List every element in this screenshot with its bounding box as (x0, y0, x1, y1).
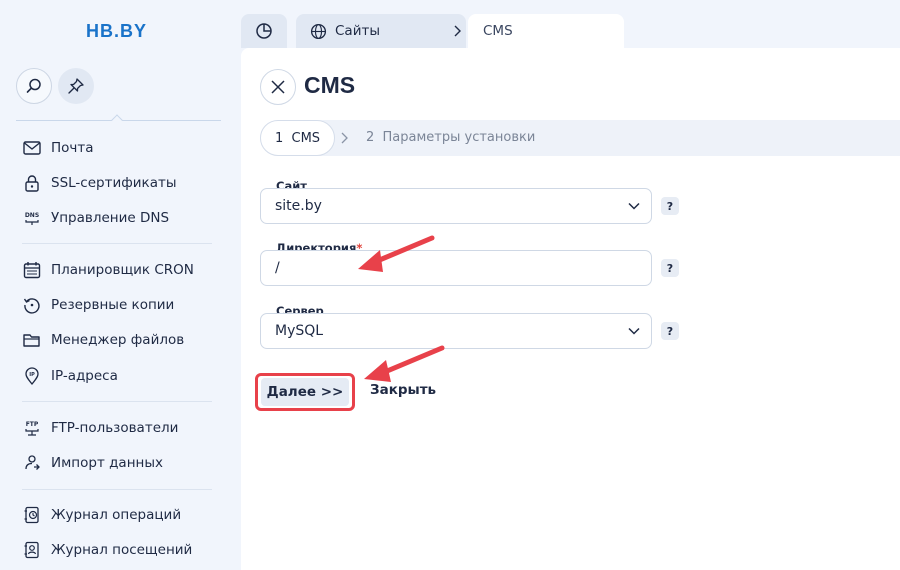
server-help-button[interactable]: ? (661, 322, 679, 340)
sidebar-item-visits-log[interactable]: Журнал посещений (22, 538, 192, 562)
sidebar: HB.BY Почта SSL-сертификаты DNS Управлен… (0, 0, 240, 570)
pin-icon (68, 78, 84, 94)
tab-cms[interactable]: CMS (468, 14, 624, 48)
close-panel-button[interactable] (260, 69, 296, 105)
chevron-down-icon (628, 202, 640, 210)
menu-divider (22, 489, 212, 490)
import-icon (22, 453, 42, 473)
sidebar-item-ssl[interactable]: SSL-сертификаты (22, 171, 177, 195)
backup-icon (22, 295, 42, 315)
sidebar-item-label: Журнал операций (51, 507, 182, 523)
mail-icon (22, 138, 42, 158)
sidebar-item-ip[interactable]: IP IP-адреса (22, 364, 118, 388)
sidebar-item-label: Журнал посещений (51, 542, 193, 558)
history-icon (22, 505, 42, 525)
next-button[interactable]: Далее >> (261, 378, 349, 406)
svg-text:IP: IP (29, 372, 35, 378)
chevron-down-icon (628, 327, 640, 335)
directory-input[interactable] (275, 260, 651, 276)
logo[interactable]: HB.BY (86, 21, 147, 42)
tab-sites[interactable]: Сайты (296, 14, 466, 48)
visit-log-icon (22, 540, 42, 560)
sidebar-item-label: SSL-сертификаты (51, 175, 177, 191)
chevron-right-icon (341, 132, 348, 144)
globe-icon (310, 23, 327, 39)
svg-text:DNS: DNS (25, 212, 39, 219)
tab-label: Сайты (335, 23, 380, 39)
collapse-notch[interactable] (111, 114, 123, 126)
step-1[interactable]: 1 CMS (260, 120, 335, 156)
annotation-arrow-next (364, 345, 445, 382)
sidebar-item-label: Планировщик CRON (51, 262, 194, 278)
sidebar-item-ftp[interactable]: FTP FTP-пользователи (22, 416, 178, 440)
main-panel: CMS 1 CMS 2 Параметры установки Сайт sit… (241, 48, 900, 570)
sidebar-item-label: Менеджер файлов (51, 332, 185, 348)
sidebar-item-cron[interactable]: Планировщик CRON (22, 258, 194, 282)
folder-icon (22, 330, 42, 350)
annotation-arrow-directory (358, 235, 435, 272)
site-select-value: site.by (275, 198, 322, 214)
server-select-value: MySQL (275, 323, 324, 339)
sidebar-item-dns[interactable]: DNS Управление DNS (22, 206, 169, 230)
sidebar-item-operations-log[interactable]: Журнал операций (22, 503, 181, 527)
calendar-icon (22, 260, 42, 280)
directory-input-wrapper[interactable] (260, 250, 652, 286)
directory-help-button[interactable]: ? (661, 259, 679, 277)
site-select[interactable]: site.by (260, 188, 652, 224)
chevron-right-icon (454, 25, 461, 37)
pie-chart-icon (256, 23, 272, 39)
server-select[interactable]: MySQL (260, 313, 652, 349)
menu-divider (22, 401, 212, 402)
search-button[interactable] (16, 68, 52, 104)
pin-button[interactable] (58, 68, 94, 104)
sidebar-item-label: Почта (51, 140, 94, 156)
tab-dashboard[interactable] (241, 14, 287, 48)
sidebar-item-label: FTP-пользователи (51, 420, 179, 436)
dns-icon: DNS (22, 208, 42, 228)
lock-icon (22, 173, 42, 193)
page-title: CMS (304, 72, 356, 98)
svg-text:FTP: FTP (26, 421, 39, 428)
step-2[interactable]: 2 Параметры установки (366, 130, 535, 145)
sidebar-item-backups[interactable]: Резервные копии (22, 293, 174, 317)
sidebar-item-label: Импорт данных (51, 455, 164, 471)
sidebar-item-label: IP-адреса (51, 368, 118, 384)
menu-divider (22, 243, 212, 244)
sidebar-item-mail[interactable]: Почта (22, 136, 94, 160)
sidebar-item-file-manager[interactable]: Менеджер файлов (22, 328, 184, 352)
site-help-button[interactable]: ? (661, 197, 679, 215)
wizard-steps: 1 CMS 2 Параметры установки (260, 120, 900, 156)
search-icon (26, 78, 41, 93)
tab-label: CMS (483, 23, 513, 39)
ip-icon: IP (22, 366, 42, 386)
sidebar-item-import[interactable]: Импорт данных (22, 451, 163, 475)
close-icon (271, 80, 285, 94)
sidebar-item-label: Управление DNS (51, 210, 170, 226)
ftp-icon: FTP (22, 418, 42, 438)
sidebar-item-label: Резервные копии (51, 297, 175, 313)
